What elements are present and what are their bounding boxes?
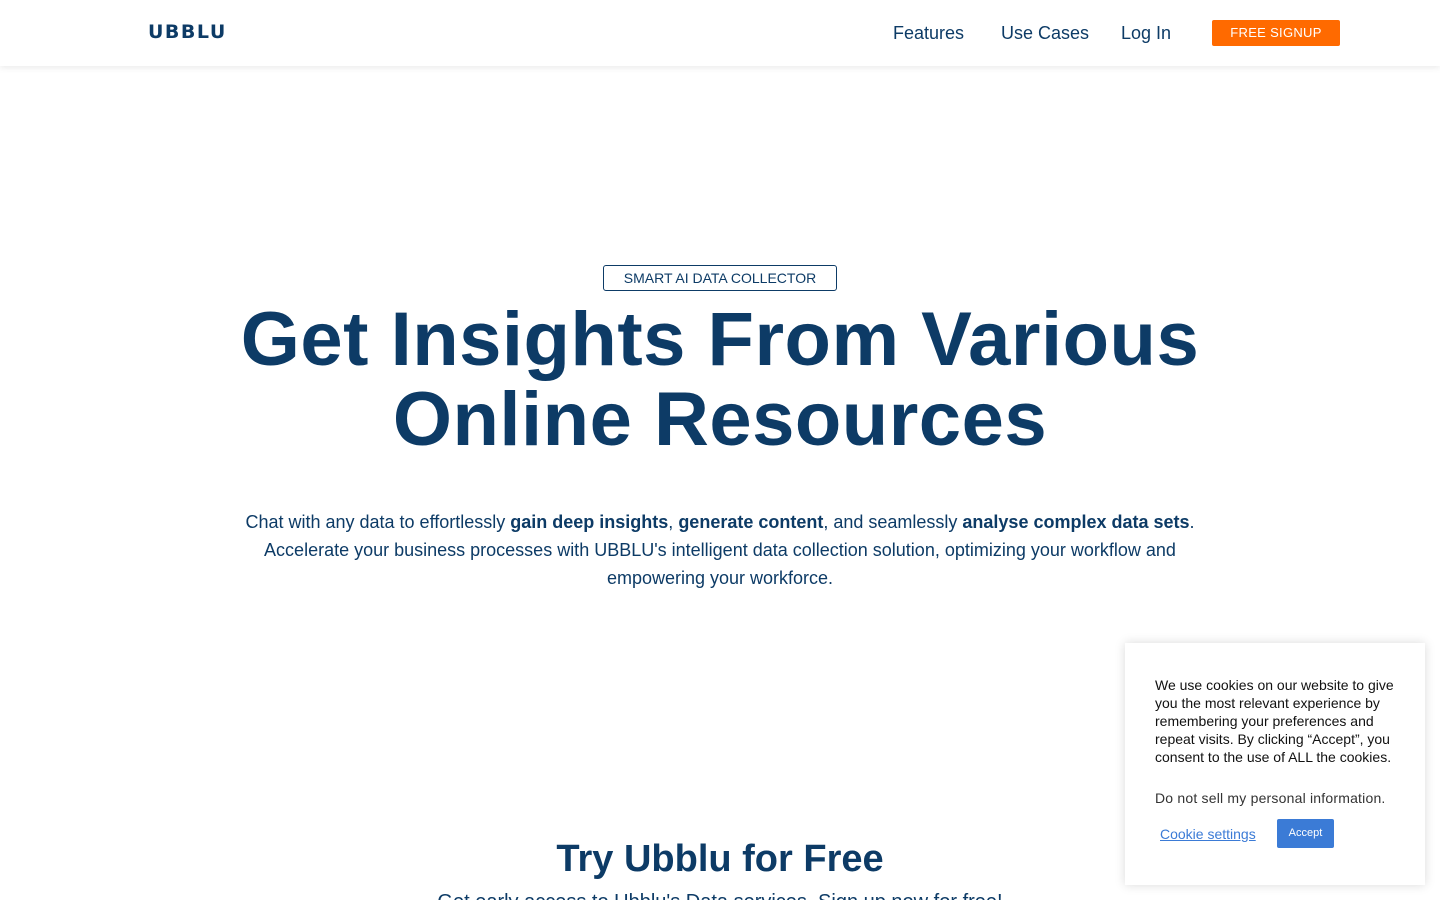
hero-desc-bold-content: generate content <box>678 512 824 532</box>
hero-title: Get Insights From Various Online Resourc… <box>0 300 1440 460</box>
hero-title-line-2: Online Resources <box>392 377 1048 462</box>
hero-desc-text-1: Chat with any data to effortlessly <box>245 512 511 532</box>
nav-features[interactable]: Features <box>893 20 964 46</box>
hero-desc-text-2: , <box>668 512 679 532</box>
do-not-sell-link[interactable]: Do not sell my personal information. <box>1155 789 1415 807</box>
page: UBBLU Features Use Cases Log In FREE SIG… <box>0 0 1440 900</box>
hero-desc-text-3: , and seamlessly <box>823 512 963 532</box>
cookie-message: We use cookies on our website to give yo… <box>1155 677 1394 765</box>
try-subtitle: Get early access to Ubblu's Data service… <box>0 888 1440 900</box>
hero-desc-bold-analyse: analyse complex data sets <box>962 512 1190 532</box>
site-header: UBBLU Features Use Cases Log In FREE SIG… <box>0 0 1440 66</box>
hero-badge: SMART AI DATA COLLECTOR <box>603 265 837 291</box>
nav-log-in[interactable]: Log In <box>1121 20 1171 46</box>
hero-title-line-1: Get Insights From Various <box>240 297 1200 382</box>
free-signup-button[interactable]: FREE SIGNUP <box>1212 20 1340 46</box>
cookie-consent-panel: We use cookies on our website to give yo… <box>1125 643 1425 885</box>
cookie-accept-button[interactable]: Accept <box>1277 819 1334 848</box>
hero-description: Chat with any data to effortlessly gain … <box>240 508 1200 592</box>
hero-desc-bold-insights: gain deep insights <box>510 512 669 532</box>
cookie-settings-link[interactable]: Cookie settings <box>1160 825 1256 843</box>
nav-use-cases[interactable]: Use Cases <box>1001 20 1089 46</box>
